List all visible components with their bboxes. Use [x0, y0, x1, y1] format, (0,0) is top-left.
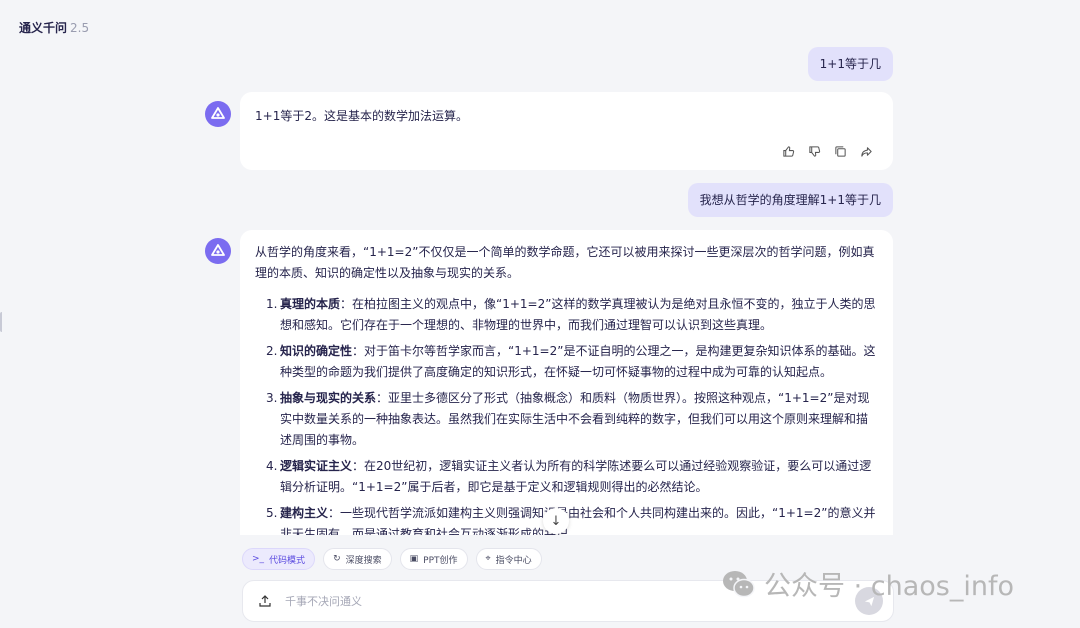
assistant-message: 1+1等于2。这是基本的数学加法运算。 [240, 92, 893, 170]
message-actions [781, 144, 873, 158]
list-item: 4. 逻辑实证主义：在20世纪初，逻辑实证主义者认为所有的科学陈述要么可以通过经验… [266, 459, 872, 494]
watermark: 公众号 · chaos_info [722, 564, 1014, 603]
list-item: 3. 抽象与现实的关系：亚里士多德区分了形式（抽象概念）和质料（物质世界）。按照这… [266, 391, 870, 447]
user-message: 我想从哲学的角度理解1+1等于几 [687, 183, 893, 217]
tool-command-center[interactable]: ⌖ 指令中心 [475, 548, 542, 570]
answer-list: 1. 真理的本质：在柏拉图主义的观点中，像“1+1=2”这样的数学真理被认为是绝对… [255, 294, 878, 535]
assistant-intro-text: 从哲学的角度来看，“1+1=2”不仅仅是一个简单的数学命题，它还可以被用来探讨一… [255, 245, 875, 280]
tool-ppt-create[interactable]: ▣ PPT创作 [399, 548, 468, 570]
upload-icon [259, 595, 271, 607]
watermark-text: 公众号 · chaos_info [764, 571, 1014, 602]
arrow-down-icon: ↓ [550, 513, 562, 529]
thumbs-down-icon [808, 145, 820, 157]
list-item-heading: 抽象与现实的关系 [280, 391, 377, 405]
list-item-heading: 知识的确定性 [280, 344, 353, 358]
copy-icon [834, 145, 846, 157]
list-item-body: ：对于笛卡尔等哲学家而言，“1+1=2”是不证自明的公理之一，是构建更复杂知识体… [280, 344, 876, 379]
scroll-to-bottom-button[interactable]: ↓ [543, 508, 569, 534]
list-item-body: ：一些现代哲学流派如建构主义则强调知识是由社会和个人共同构建出来的。因此，“1+… [280, 506, 876, 535]
user-message-text: 1+1等于几 [819, 57, 881, 71]
tool-deep-search[interactable]: ↻ 深度搜索 [323, 548, 392, 570]
user-message-text: 我想从哲学的角度理解1+1等于几 [699, 193, 881, 207]
tool-bar: >_ 代码模式 ↻ 深度搜索 ▣ PPT创作 ⌖ 指令中心 [242, 548, 542, 570]
list-item: 1. 真理的本质：在柏拉图主义的观点中，像“1+1=2”这样的数学真理被认为是绝对… [266, 297, 876, 332]
thumbs-up-icon [782, 145, 794, 157]
upload-button[interactable] [257, 593, 273, 609]
share-icon [860, 146, 872, 157]
tongyi-logo-icon [211, 107, 225, 119]
list-item-heading: 建构主义 [280, 506, 329, 520]
tool-code-mode[interactable]: >_ 代码模式 [242, 548, 316, 570]
list-item-heading: 真理的本质 [280, 297, 341, 311]
list-item: 2. 知识的确定性：对于笛卡尔等哲学家而言，“1+1=2”是不证自明的公理之一，是… [266, 344, 876, 379]
chat-area[interactable]: 1+1等于几 1+1等于2。这是基本的数学加法运算。 我想从哲学的角度理解1+1… [0, 0, 1080, 535]
assistant-message: 从哲学的角度来看，“1+1=2”不仅仅是一个简单的数学命题，它还可以被用来探讨一… [240, 230, 893, 535]
list-item-body: ：在20世纪初，逻辑实证主义者认为所有的科学陈述要么可以通过经验观察验证，要么可… [280, 459, 872, 494]
assistant-message-text: 1+1等于2。这是基本的数学加法运算。 [255, 109, 468, 123]
command-center-icon: ⌖ [485, 554, 491, 564]
assistant-avatar [205, 101, 231, 127]
thumbs-down-button[interactable] [807, 144, 821, 158]
user-message: 1+1等于几 [807, 47, 893, 81]
assistant-avatar [205, 238, 231, 264]
tongyi-logo-icon [211, 244, 225, 256]
list-item-heading: 逻辑实证主义 [280, 459, 353, 473]
deep-search-icon: ↻ [333, 554, 341, 564]
list-item-body: ：在柏拉图主义的观点中，像“1+1=2”这样的数学真理被认为是绝对且永恒不变的，… [280, 297, 876, 332]
copy-button[interactable] [833, 144, 847, 158]
thumbs-up-button[interactable] [781, 144, 795, 158]
wechat-logo-icon [722, 569, 756, 599]
share-button[interactable] [859, 144, 873, 158]
ppt-icon: ▣ [409, 554, 419, 564]
code-icon: >_ [252, 554, 265, 564]
